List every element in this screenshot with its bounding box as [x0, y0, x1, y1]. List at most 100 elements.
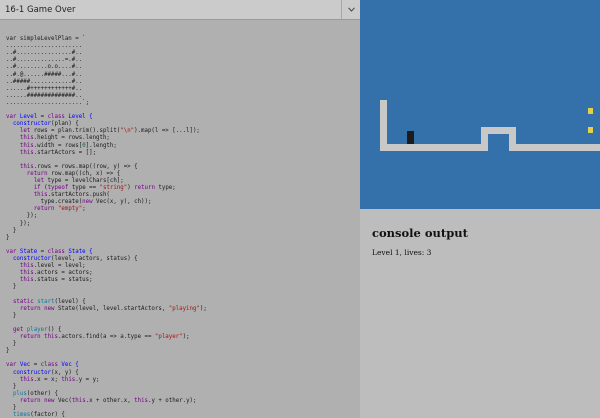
code-token: ;	[82, 206, 86, 213]
code-line: constructor(x, y) {	[6, 370, 207, 377]
code-line: this.x = x; this.y = y;	[6, 377, 207, 384]
code-token: =	[37, 114, 48, 121]
code-line: return new State(level, level.startActor…	[6, 306, 207, 313]
code-line: let rows = plan.trim().split("\n").map(l…	[6, 128, 207, 135]
code-line: this.height = rows.length;	[6, 135, 207, 142]
code-token: }	[6, 383, 17, 390]
code-token: (plan) {	[51, 121, 79, 128]
code-token: .actors.find(a => a.type ==	[57, 334, 155, 341]
code-token: State	[19, 248, 38, 255]
code-line: if (typeof type == "string") return type…	[6, 185, 207, 192]
code-token: .x = x;	[33, 376, 62, 383]
code-token: .actors = actors;	[33, 270, 93, 277]
code-line: this.startActors.push(	[6, 192, 207, 199]
code-token: ..#..............=.#..	[6, 57, 83, 64]
code-token: );	[182, 334, 190, 341]
code-line: return row.map((ch, x) => {	[6, 171, 207, 178]
code-line: return "empty";	[6, 206, 207, 213]
code-token: type ==	[68, 185, 100, 192]
code-token: () {	[47, 326, 62, 333]
code-line: this.actors = actors;	[6, 270, 207, 277]
code-token: plus	[12, 390, 27, 397]
code-token: return	[19, 305, 41, 312]
code-line: ......................`;	[6, 100, 207, 107]
code-line: static start(level) {	[6, 299, 207, 306]
code-token: =	[37, 248, 48, 255]
code-editor-pane[interactable]: 16-1 Game Over var simpleLevelPlan = `..…	[0, 0, 360, 418]
code-token: }	[6, 312, 17, 319]
code-line: ......##############..	[6, 93, 207, 100]
code-token: this	[19, 376, 34, 383]
code-token: .y = y;	[75, 376, 100, 383]
code-token: );	[199, 305, 207, 312]
code-token: typeof	[47, 185, 69, 192]
coin-2	[588, 127, 593, 133]
code-token: var	[6, 248, 20, 255]
chapter-dropdown-button[interactable]	[341, 0, 360, 19]
code-line: this.level = level;	[6, 263, 207, 270]
code-token: }	[6, 227, 17, 234]
code-editor[interactable]: var simpleLevelPlan = `.................…	[6, 29, 207, 418]
code-token: State {	[64, 248, 93, 255]
code-token: return	[19, 397, 41, 404]
code-token: (	[40, 185, 48, 192]
code-token: (factor) {	[30, 412, 65, 418]
code-line: var State = class State {	[6, 249, 207, 256]
code-token: if	[33, 185, 41, 192]
code-line: });	[6, 221, 207, 228]
code-line: }	[6, 228, 207, 235]
code-token: }	[6, 234, 10, 241]
code-token: ).map(l => [...l]);	[134, 128, 200, 135]
code-line: this.startActors = [];	[6, 150, 207, 157]
code-token: player	[26, 326, 48, 333]
console-title: console output	[372, 226, 468, 240]
code-token: }	[6, 404, 17, 411]
code-token: Vec	[19, 362, 31, 369]
code-token: this	[19, 163, 34, 170]
code-token: new	[44, 305, 55, 312]
player-sprite	[407, 131, 414, 144]
code-line: ..#................#..	[6, 50, 207, 57]
code-line: ..#..............=.#..	[6, 57, 207, 64]
code-token: type;	[154, 185, 176, 192]
code-token: times	[12, 412, 31, 418]
code-token: return	[26, 170, 48, 177]
code-line: }	[6, 284, 207, 291]
code-token: "\n"	[120, 128, 135, 135]
code-line: });	[6, 213, 207, 220]
code-token: }	[6, 348, 10, 355]
code-line: }	[6, 405, 207, 412]
code-line: }	[6, 348, 207, 355]
console-panel: console output Level 1, lives: 3	[360, 209, 600, 418]
window-title: 16-1 Game Over	[5, 4, 76, 15]
code-line: ..#.........o.o....#..	[6, 64, 207, 71]
code-token: "empty"	[57, 206, 83, 213]
code-line: get player() {	[6, 327, 207, 334]
code-token: "string"	[99, 185, 128, 192]
code-token: Vec(	[54, 397, 72, 404]
left-wall	[380, 100, 387, 151]
chevron-down-icon	[347, 7, 355, 12]
code-token: class	[47, 248, 65, 255]
code-line: ..#.@......#####...#..	[6, 72, 207, 79]
code-token: rows = plan.trim().split(	[30, 128, 121, 135]
code-line: this.rows = rows.map((row, y) => {	[6, 164, 207, 171]
code-token: .width = rows[	[33, 142, 83, 149]
code-token: this	[19, 149, 34, 156]
code-token: row.map((ch, x) => {	[47, 170, 121, 177]
code-token: let	[19, 128, 31, 135]
code-token: ..#.@......#####...#..	[6, 71, 83, 78]
code-line: return new Vec(this.x + other.x, this.y …	[6, 398, 207, 405]
